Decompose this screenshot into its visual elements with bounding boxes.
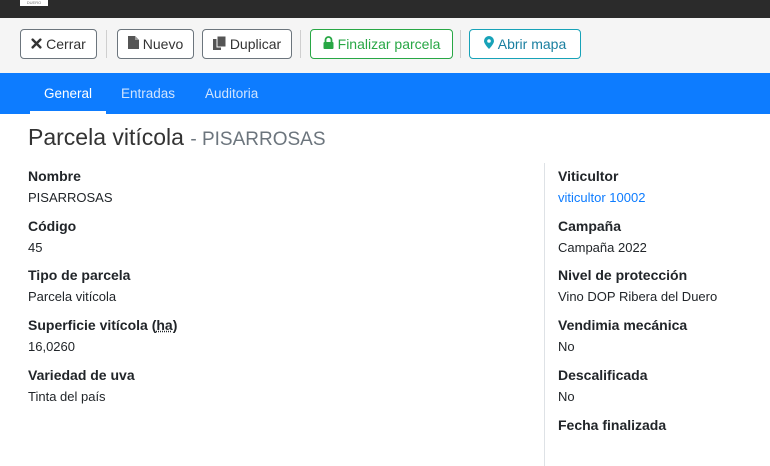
copy-icon xyxy=(212,35,227,53)
field-label-superficie-close: ) xyxy=(172,317,178,333)
tab-entradas[interactable]: Entradas xyxy=(121,73,175,114)
field-value-tipo-parcela: Parcela vitícola xyxy=(28,289,117,304)
field-label-variedad: Variedad de uva xyxy=(28,367,135,383)
new-button[interactable]: Nuevo xyxy=(117,29,194,59)
field-value-nombre: PISARROSAS xyxy=(28,190,113,205)
page-title: Parcela vitícola - PISARROSAS xyxy=(28,124,326,151)
page-title-text: Parcela vitícola xyxy=(28,124,184,150)
field-label-superficie-text: Superficie vitícola ( xyxy=(28,317,157,333)
column-divider xyxy=(544,163,545,466)
tab-auditoria[interactable]: Auditoria xyxy=(205,73,258,114)
close-button[interactable]: Cerrar xyxy=(20,29,97,59)
tab-bar: General Entradas Auditoria xyxy=(0,73,770,114)
finalize-parcel-button[interactable]: Finalizar parcela xyxy=(310,29,453,59)
toolbar-divider xyxy=(300,30,301,58)
close-icon xyxy=(31,36,42,52)
brand-logo: DUERO xyxy=(20,0,48,6)
lock-icon xyxy=(323,36,334,52)
field-value-nivel-proteccion: Vino DOP Ribera del Duero xyxy=(558,289,718,304)
active-tab-indicator xyxy=(30,111,106,114)
duplicate-button[interactable]: Duplicar xyxy=(202,29,292,59)
field-value-campana: Campaña 2022 xyxy=(558,240,647,255)
duplicate-button-label: Duplicar xyxy=(229,36,282,52)
field-value-superficie: 16,0260 xyxy=(28,339,75,354)
toolbar-divider xyxy=(460,30,461,58)
toolbar: Cerrar Nuevo Duplicar Finalizar parcela … xyxy=(0,18,770,73)
tab-general[interactable]: General xyxy=(44,73,92,114)
hectares-abbreviation: ha xyxy=(156,317,173,333)
close-button-label: Cerrar xyxy=(46,36,86,52)
new-button-label: Nuevo xyxy=(142,36,184,52)
field-value-variedad: Tinta del país xyxy=(28,389,106,404)
field-label-superficie: Superficie vitícola (ha) xyxy=(28,317,177,333)
page-subtitle: - PISARROSAS xyxy=(190,129,326,150)
open-map-button[interactable]: Abrir mapa xyxy=(469,29,581,59)
viticultor-link[interactable]: viticultor 10002 xyxy=(558,190,645,205)
field-label-viticultor: Viticultor xyxy=(558,168,619,184)
field-label-codigo: Código xyxy=(28,218,77,234)
top-header-bar: DUERO xyxy=(0,0,770,18)
finalize-parcel-button-label: Finalizar parcela xyxy=(337,36,441,52)
file-icon xyxy=(127,36,139,52)
field-label-nivel-proteccion: Nivel de protección xyxy=(558,267,688,283)
field-label-fecha-finalizada: Fecha finalizada xyxy=(558,417,667,433)
field-value-codigo: 45 xyxy=(28,240,43,255)
field-label-descalificada: Descalificada xyxy=(558,367,648,383)
field-label-vendimia: Vendimia mecánica xyxy=(558,317,688,333)
field-value-descalificada: No xyxy=(558,389,575,404)
field-label-nombre: Nombre xyxy=(28,168,81,184)
field-label-tipo-parcela: Tipo de parcela xyxy=(28,267,131,283)
open-map-button-label: Abrir mapa xyxy=(497,36,567,52)
field-value-vendimia: No xyxy=(558,339,575,354)
map-marker-icon xyxy=(483,36,494,52)
toolbar-divider xyxy=(106,30,107,58)
field-label-campana: Campaña xyxy=(558,218,622,234)
